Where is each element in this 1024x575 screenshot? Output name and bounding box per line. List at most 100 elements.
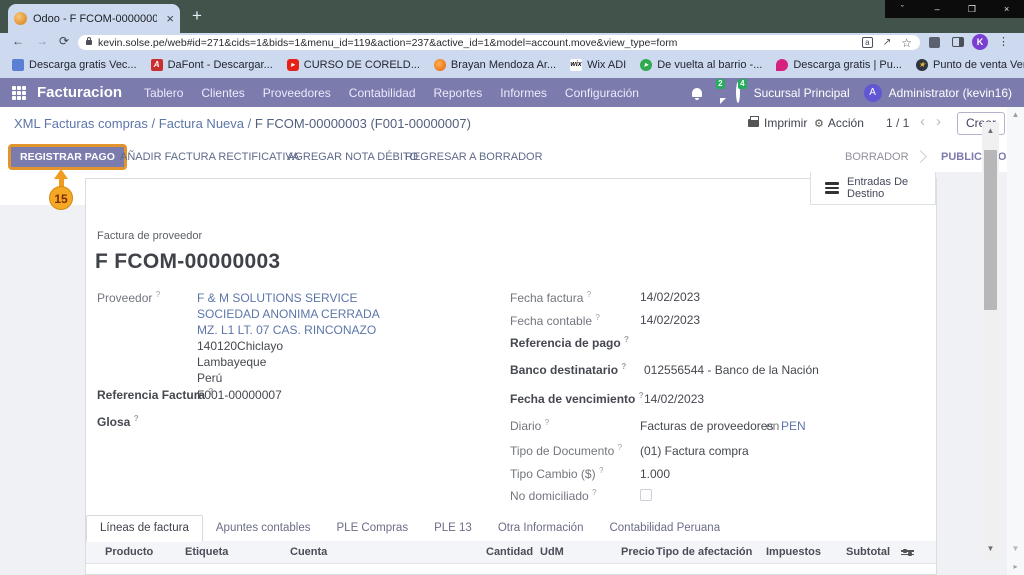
scroll-up-icon[interactable]: ▲ xyxy=(982,126,999,135)
fecha-vencimiento-value[interactable]: 14/02/2023 xyxy=(644,392,704,406)
tipo-documento-label: Tipo de Documento ? xyxy=(510,443,622,458)
col-subtotal[interactable]: Subtotal xyxy=(846,546,890,558)
firefox-icon xyxy=(434,59,446,71)
register-payment-button[interactable]: REGISTRAR PAGO xyxy=(11,147,124,167)
col-cantidad[interactable]: Cantidad xyxy=(486,546,533,558)
tab-ple-compras[interactable]: PLE Compras xyxy=(324,516,422,541)
col-precio[interactable]: Precio xyxy=(621,546,655,558)
odoo-favicon-icon xyxy=(14,12,27,25)
menu-tablero[interactable]: Tablero xyxy=(144,86,183,100)
navbar-right: 2 4 Sucursal Principal A Administrator (… xyxy=(692,84,1024,102)
scrollbar-thumb[interactable] xyxy=(984,150,997,310)
optional-columns-icon[interactable] xyxy=(901,548,914,557)
tab-close-icon[interactable]: × xyxy=(166,12,174,25)
bookmark-item[interactable]: Descarga gratis | Pu... xyxy=(776,59,902,71)
activities-button[interactable]: 4 xyxy=(736,84,754,102)
dafont-icon: A xyxy=(151,59,163,71)
extensions-icon[interactable] xyxy=(929,37,940,48)
window-minimize-icon[interactable]: – xyxy=(920,0,955,18)
scroll-down-icon[interactable]: ▼ xyxy=(982,544,999,553)
pager-next-icon[interactable]: › xyxy=(936,114,941,129)
col-cuenta[interactable]: Cuenta xyxy=(290,546,327,558)
scroll-right-icon[interactable]: ▸ xyxy=(1007,562,1024,571)
bookmark-item[interactable]: ▸ CURSO DE CORELD... xyxy=(287,59,420,71)
translate-icon[interactable]: a xyxy=(862,37,873,48)
user-menu[interactable]: Administrator (kevin16) xyxy=(889,86,1012,100)
bookmark-item[interactable]: ▸ De vuelta al barrio -... xyxy=(640,59,762,71)
add-credit-note-button[interactable]: AÑADIR FACTURA RECTIFICATIVA xyxy=(120,151,299,163)
window-close-icon[interactable]: × xyxy=(989,0,1024,18)
fecha-contable-label: Fecha contable ? xyxy=(510,313,600,328)
tipo-cambio-label: Tipo Cambio ($) ? xyxy=(510,466,603,481)
menu-contabilidad[interactable]: Contabilidad xyxy=(349,86,416,100)
browser-scrollbar[interactable]: ▲ ▼ ▸ xyxy=(1007,107,1024,575)
app-name[interactable]: Facturacion xyxy=(37,84,122,101)
bookmark-item[interactable]: A DaFont - Descargar... xyxy=(151,59,273,71)
currency-link[interactable]: PEN xyxy=(781,419,806,433)
menu-clientes[interactable]: Clientes xyxy=(201,86,244,100)
company-switcher[interactable]: Sucursal Principal xyxy=(754,86,850,100)
tipo-documento-value[interactable]: (01) Factura compra xyxy=(640,444,749,458)
tab-contabilidad-peruana[interactable]: Contabilidad Peruana xyxy=(596,516,733,541)
user-avatar[interactable]: A xyxy=(864,84,882,102)
lock-icon xyxy=(86,40,92,45)
pager-prev-icon[interactable]: ‹ xyxy=(920,114,925,129)
reload-icon[interactable]: ⟳ xyxy=(59,35,69,47)
address-bar[interactable]: kevin.solse.pe/web#id=271&cids=1&bids=1&… xyxy=(78,35,920,50)
breadcrumb-factura-nueva[interactable]: Factura Nueva xyxy=(159,116,244,131)
chrome-profile-avatar[interactable]: K xyxy=(972,34,988,50)
window-maximize-icon[interactable]: ❐ xyxy=(955,0,990,18)
browser-tabstrip: Odoo - F FCOM-00000003 (F001 × + ˇ – ❐ × xyxy=(0,0,1024,33)
col-udm[interactable]: UdM xyxy=(540,546,564,558)
destination-entries-button[interactable]: Entradas De Destino xyxy=(810,172,936,205)
messages-badge: 2 xyxy=(716,79,724,89)
col-tipo-afectacion[interactable]: Tipo de afectación xyxy=(656,546,752,558)
bookmark-item[interactable]: ★ Punto de venta Ven... xyxy=(916,59,1024,71)
menu-informes[interactable]: Informes xyxy=(500,86,547,100)
notifications-bell-icon[interactable] xyxy=(692,88,702,97)
tab-ple-13[interactable]: PLE 13 xyxy=(421,516,485,541)
add-debit-note-button[interactable]: AGREGAR NOTA DÉBITO xyxy=(287,151,418,163)
forward-icon[interactable]: → xyxy=(36,35,48,47)
state-borrador[interactable]: BORRADOR xyxy=(845,151,909,163)
print-button[interactable]: Imprimir xyxy=(748,116,807,130)
menu-proveedores[interactable]: Proveedores xyxy=(263,86,331,100)
chrome-menu-icon[interactable]: ⋮ xyxy=(998,35,1009,48)
bookmark-item[interactable]: Descarga gratis Vec... xyxy=(12,59,137,71)
tab-lineas-factura[interactable]: Líneas de factura xyxy=(86,515,203,542)
messages-button[interactable]: 2 xyxy=(718,84,736,102)
diario-value[interactable]: Facturas de proveedores xyxy=(640,419,773,433)
scroll-down-icon[interactable]: ▼ xyxy=(1007,544,1024,553)
back-to-draft-button[interactable]: REGRESAR A BORRADOR xyxy=(405,151,543,163)
col-etiqueta[interactable]: Etiqueta xyxy=(185,546,228,558)
menu-configuracion[interactable]: Configuración xyxy=(565,86,639,100)
action-button[interactable]: ⚙ Acción xyxy=(814,116,864,130)
tab-apuntes-contables[interactable]: Apuntes contables xyxy=(203,516,324,541)
apps-grid-icon[interactable] xyxy=(12,86,26,100)
bookmark-item[interactable]: Brayan Mendoza Ar... xyxy=(434,59,556,71)
tipo-cambio-value[interactable]: 1.000 xyxy=(640,467,670,481)
col-producto[interactable]: Producto xyxy=(105,546,153,558)
side-panel-icon[interactable] xyxy=(952,37,964,47)
banco-destinatario-value[interactable]: 012556544 - Banco de la Nación xyxy=(644,363,819,377)
menu-reportes[interactable]: Reportes xyxy=(434,86,483,100)
pager-counter: 1 / 1 xyxy=(886,116,909,130)
url-text[interactable]: kevin.solse.pe/web#id=271&cids=1&bids=1&… xyxy=(98,37,852,49)
bookmark-star-icon[interactable]: ☆ xyxy=(901,37,912,49)
back-icon[interactable]: ← xyxy=(12,35,24,47)
bookmark-item[interactable]: wix Wix ADI xyxy=(570,59,626,71)
star-badge-icon: ★ xyxy=(916,59,928,71)
referencia-factura-value[interactable]: F001-00000007 xyxy=(197,388,282,402)
partner-field[interactable]: F & M SOLUTIONS SERVICE SOCIEDAD ANONIMA… xyxy=(197,290,380,386)
col-impuestos[interactable]: Impuestos xyxy=(766,546,821,558)
new-tab-button[interactable]: + xyxy=(192,7,202,24)
browser-tab[interactable]: Odoo - F FCOM-00000003 (F001 × xyxy=(8,4,180,33)
share-icon[interactable]: ↗ xyxy=(883,38,891,48)
scroll-up-icon[interactable]: ▲ xyxy=(1007,110,1024,119)
window-menu-icon[interactable]: ˇ xyxy=(885,0,920,18)
no-domiciliado-checkbox[interactable] xyxy=(640,489,652,501)
tab-otra-informacion[interactable]: Otra Información xyxy=(485,516,597,541)
fecha-contable-value[interactable]: 14/02/2023 xyxy=(640,313,700,327)
fecha-factura-value[interactable]: 14/02/2023 xyxy=(640,290,700,304)
breadcrumb-xml-facturas[interactable]: XML Facturas compras xyxy=(14,116,148,131)
